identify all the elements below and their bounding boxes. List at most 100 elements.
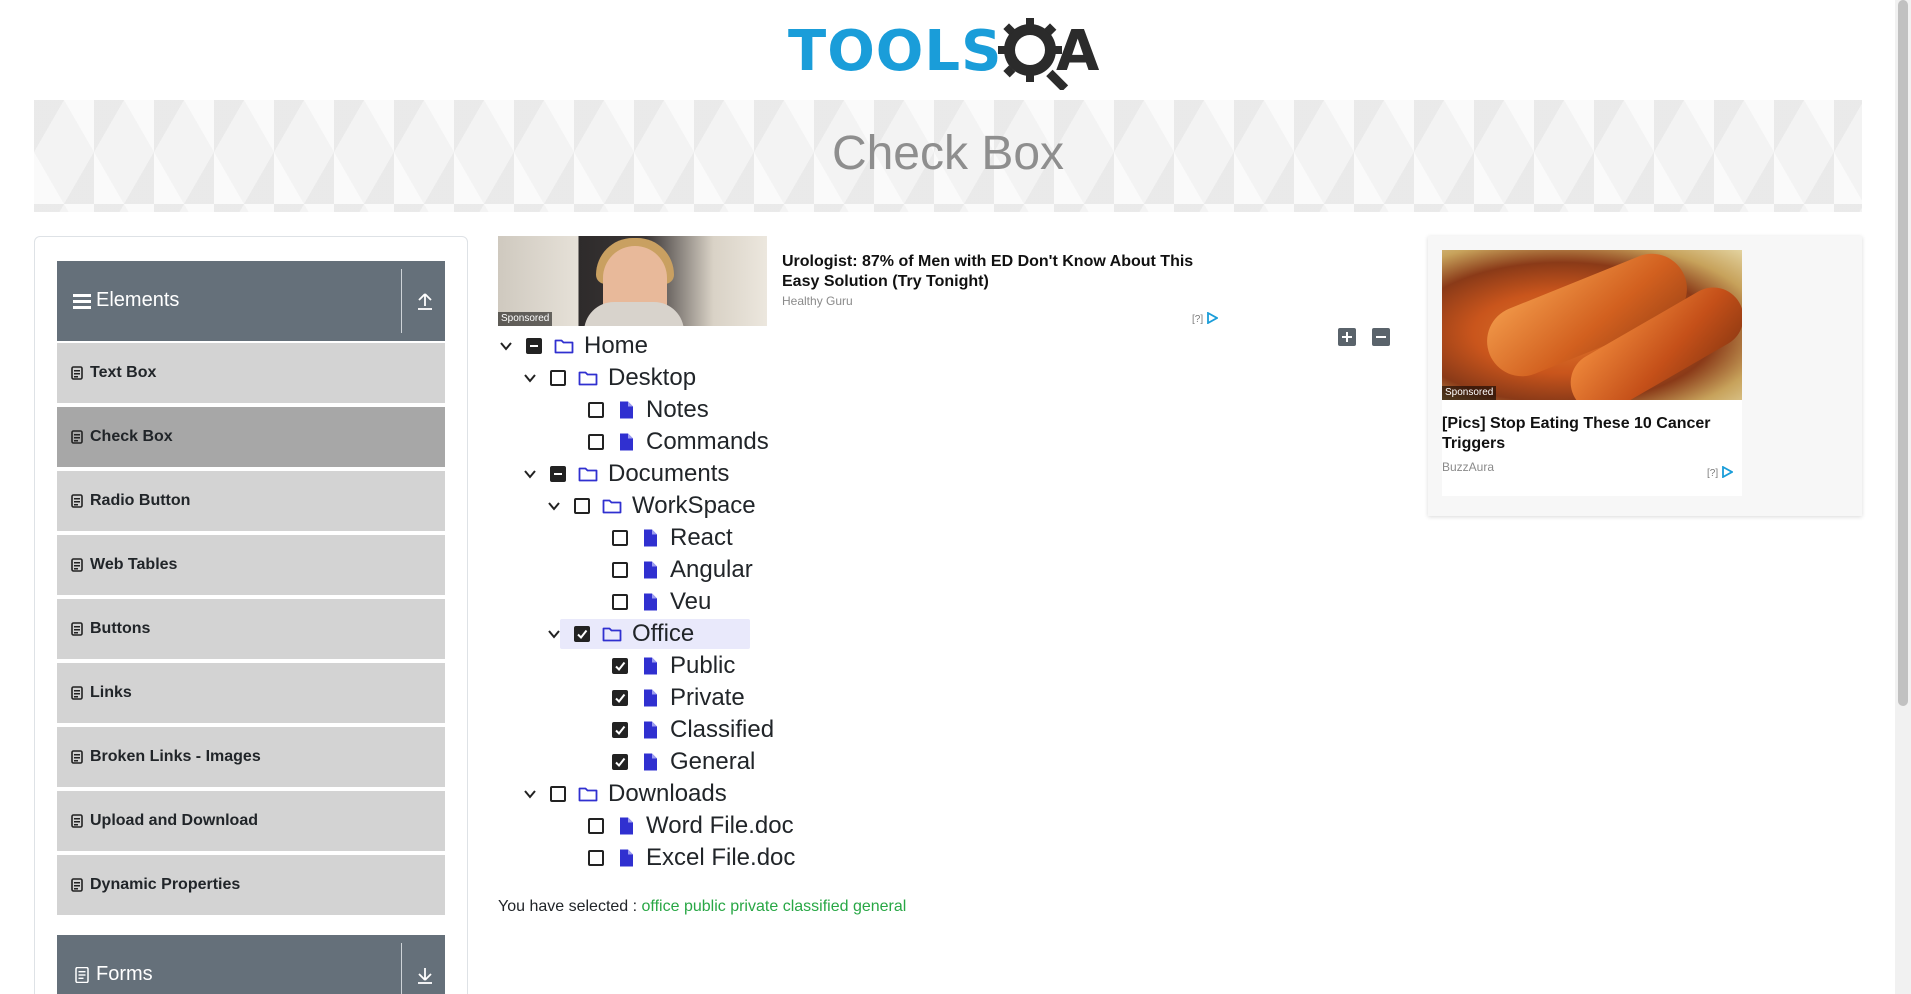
- check-icon: [615, 725, 626, 736]
- node-label[interactable]: Excel File.doc: [646, 844, 795, 872]
- file-icon: [620, 401, 633, 419]
- node-label[interactable]: Documents: [608, 460, 729, 488]
- node-label[interactable]: Home: [584, 332, 648, 360]
- node-label[interactable]: Word File.doc: [646, 812, 794, 840]
- ad-headline[interactable]: [Pics] Stop Eating These 10 Cancer Trigg…: [1442, 414, 1732, 454]
- result-prefix: You have selected :: [498, 898, 638, 915]
- chevron-down-icon[interactable]: [546, 626, 562, 642]
- sidebar-item-buttons[interactable]: Buttons: [57, 597, 445, 659]
- chevron-down-icon[interactable]: [546, 498, 562, 514]
- page-banner: Check Box: [34, 100, 1862, 212]
- tree-node: WorkSpace: [546, 490, 1146, 522]
- node-label[interactable]: WorkSpace: [632, 492, 756, 520]
- site-header: TOOLS A: [0, 0, 1895, 100]
- collapse-toggle[interactable]: [407, 283, 443, 319]
- node-checkbox[interactable]: [550, 466, 566, 482]
- node-label[interactable]: General: [670, 748, 755, 776]
- node-label[interactable]: React: [670, 524, 733, 552]
- ad-card[interactable]: Sponsored [Pics] Stop Eating These 10 Ca…: [1442, 250, 1742, 496]
- node-checkbox[interactable]: [526, 338, 542, 354]
- chevron-down-icon[interactable]: [522, 786, 538, 802]
- node-label[interactable]: Downloads: [608, 780, 727, 808]
- node-checkbox[interactable]: [574, 498, 590, 514]
- document-icon: [71, 366, 83, 380]
- node-checkbox[interactable]: [612, 594, 628, 610]
- chevron-down-icon[interactable]: [522, 370, 538, 386]
- file-icon: [644, 753, 657, 771]
- document-icon: [71, 878, 83, 892]
- sidebar-item-label: Broken Links - Images: [90, 748, 261, 765]
- file-icon: [644, 689, 657, 707]
- file-icon: [644, 721, 657, 739]
- node-label[interactable]: Commands: [646, 428, 769, 456]
- node-checkbox[interactable]: [588, 402, 604, 418]
- sidebar-item-text-box[interactable]: Text Box: [57, 341, 445, 403]
- node-checkbox[interactable]: [550, 370, 566, 386]
- selected-item: office: [641, 898, 680, 915]
- expand-toggle[interactable]: [407, 957, 443, 993]
- file-icon: [644, 657, 657, 675]
- folder-icon: [578, 371, 598, 386]
- page-scrollbar[interactable]: [1895, 0, 1911, 994]
- tree-node: Excel File.doc: [546, 842, 1146, 874]
- ad-headline[interactable]: Urologist: 87% of Men with ED Don't Know…: [782, 252, 1222, 292]
- sidebar-group-forms[interactable]: Forms: [57, 935, 445, 994]
- adchoices-label: [?]: [1707, 468, 1719, 479]
- scrollbar-thumb[interactable]: [1898, 0, 1908, 706]
- node-label[interactable]: Angular: [670, 556, 753, 584]
- page-title: Check Box: [831, 127, 1065, 180]
- folder-icon: [578, 467, 598, 482]
- node-checkbox[interactable]: [612, 754, 628, 770]
- node-label[interactable]: Veu: [670, 588, 711, 616]
- ad-source[interactable]: BuzzAura: [1442, 460, 1494, 474]
- node-checkbox[interactable]: [550, 786, 566, 802]
- node-checkbox[interactable]: [588, 818, 604, 834]
- node-checkbox[interactable]: [588, 434, 604, 450]
- node-label[interactable]: Office: [632, 620, 694, 648]
- sidebar-item-check-box[interactable]: Check Box: [57, 405, 445, 467]
- tree-node: Office: [546, 618, 1146, 650]
- node-checkbox[interactable]: [612, 690, 628, 706]
- node-checkbox[interactable]: [612, 658, 628, 674]
- sidebar-item-radio-button[interactable]: Radio Button: [57, 469, 445, 531]
- check-icon: [577, 629, 588, 640]
- sidebar-item-upload-download[interactable]: Upload and Download: [57, 789, 445, 851]
- sidebar-group-elements[interactable]: Elements: [57, 261, 445, 341]
- node-checkbox[interactable]: [612, 562, 628, 578]
- tree-node: Desktop: [522, 362, 1122, 394]
- selected-item: general: [852, 898, 907, 915]
- adchoices-link[interactable]: [?]: [1707, 466, 1733, 480]
- node-label[interactable]: Desktop: [608, 364, 696, 392]
- tree-node: Private: [570, 682, 1170, 714]
- left-sidebar: Elements Text Box Check Box Radio Button…: [34, 236, 468, 994]
- file-icon: [620, 849, 633, 867]
- sidebar-item-web-tables[interactable]: Web Tables: [57, 533, 445, 595]
- ad-image[interactable]: Sponsored: [1442, 250, 1742, 400]
- sponsored-ad-sidebar[interactable]: Sponsored [Pics] Stop Eating These 10 Ca…: [1428, 236, 1862, 516]
- node-checkbox[interactable]: [588, 850, 604, 866]
- hamburger-icon: [73, 294, 91, 309]
- chevron-down-icon[interactable]: [498, 338, 514, 354]
- node-label[interactable]: Notes: [646, 396, 709, 424]
- node-checkbox[interactable]: [612, 530, 628, 546]
- ad-source[interactable]: Healthy Guru: [782, 294, 853, 308]
- file-icon: [644, 529, 657, 547]
- chevron-down-icon[interactable]: [522, 466, 538, 482]
- node-label[interactable]: Private: [670, 684, 745, 712]
- selected-items: office public private classified general: [642, 898, 907, 915]
- node-checkbox[interactable]: [574, 626, 590, 642]
- toolsqa-logo[interactable]: TOOLS A: [788, 14, 1114, 92]
- sidebar-item-links[interactable]: Links: [57, 661, 445, 723]
- ad-image[interactable]: Sponsored: [498, 236, 767, 326]
- sidebar-item-broken-links[interactable]: Broken Links - Images: [57, 725, 445, 787]
- upload-arrow-icon: [418, 293, 432, 310]
- node-label[interactable]: Public: [670, 652, 735, 680]
- tree-node: Notes: [546, 394, 1146, 426]
- adchoices-link[interactable]: [?]: [1192, 312, 1218, 326]
- tree-node: Home: [498, 330, 1098, 362]
- download-arrow-icon: [418, 968, 432, 984]
- node-label[interactable]: Classified: [670, 716, 774, 744]
- sidebar-item-dynamic-properties[interactable]: Dynamic Properties: [57, 853, 445, 915]
- sponsored-ad-banner[interactable]: Sponsored Urologist: 87% of Men with ED …: [498, 236, 1240, 328]
- node-checkbox[interactable]: [612, 722, 628, 738]
